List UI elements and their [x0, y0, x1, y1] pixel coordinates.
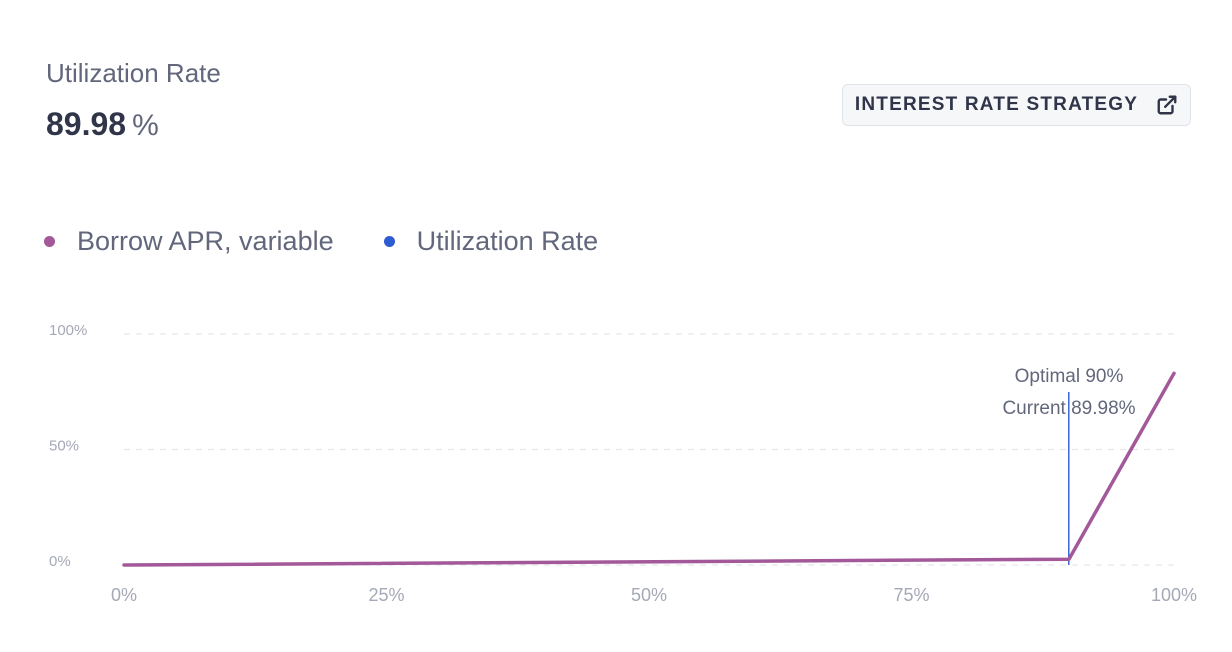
y-tick-label-50: 50% — [49, 438, 79, 455]
x-tick-label-0: 0% — [111, 585, 137, 605]
x-tick-label-50: 50% — [631, 585, 667, 605]
x-tick-label-75: 75% — [893, 585, 929, 605]
optimal-annotation: Optimal 90% — [1015, 366, 1124, 387]
interest-rate-chart: 100% 50% 0% 0% 25% 50% 75% 100% Optimal 90% Curre… — [49, 322, 1197, 605]
y-tick-label-0: 0% — [49, 553, 71, 570]
current-annotation: Current 89.98% — [1002, 398, 1135, 419]
x-tick-label-100: 100% — [1151, 585, 1197, 605]
y-tick-label-100: 100% — [49, 322, 87, 339]
x-tick-label-25: 25% — [368, 585, 404, 605]
